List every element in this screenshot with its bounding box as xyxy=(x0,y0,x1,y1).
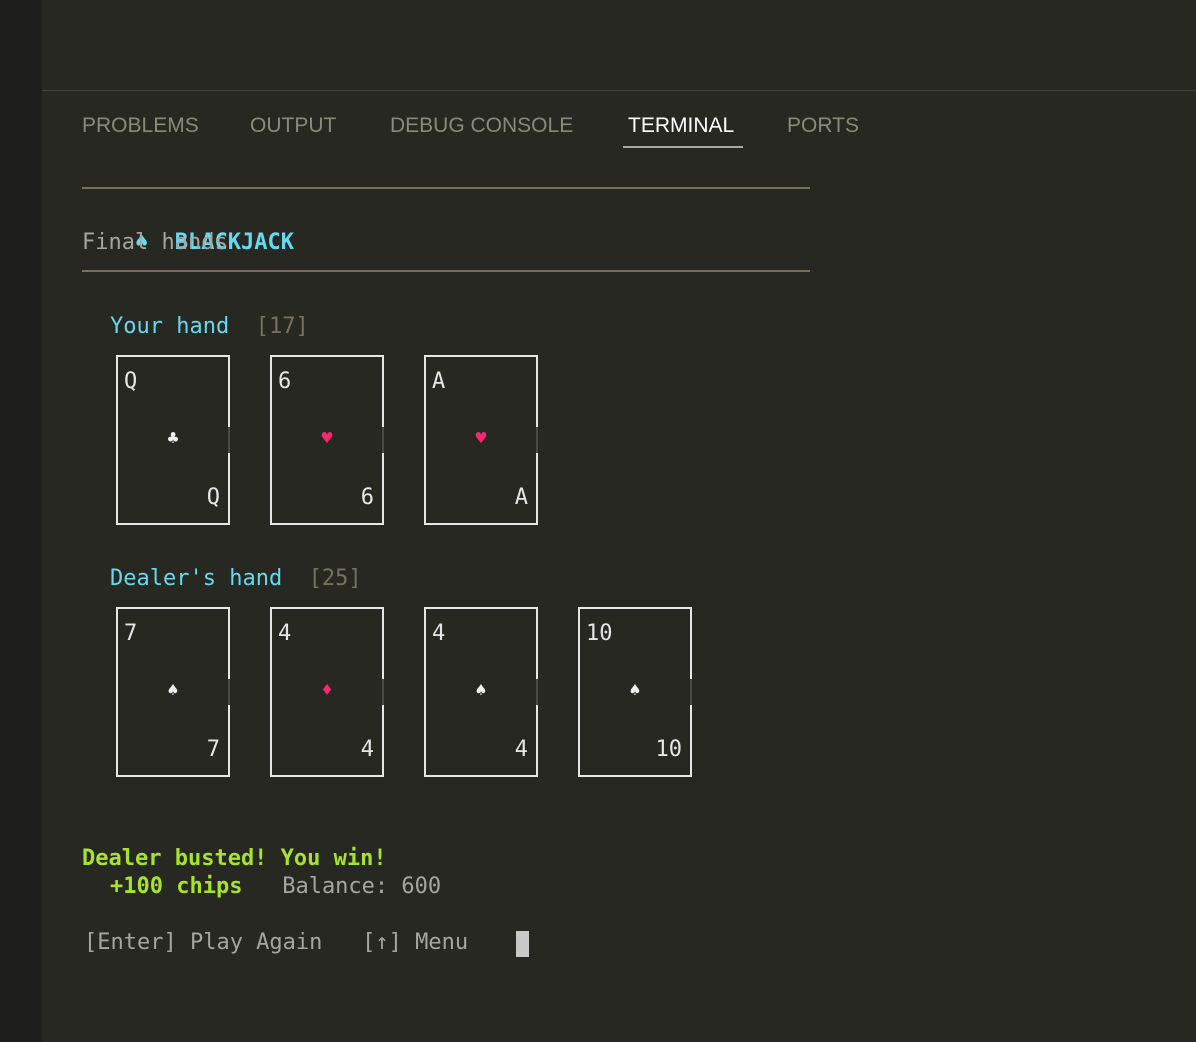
card-rank: 4 xyxy=(360,737,374,762)
player-card-1: Q ♣ Q xyxy=(116,355,230,525)
header-rule-bottom xyxy=(82,270,810,272)
card-rank: 10 xyxy=(655,737,683,762)
card-rank: Q xyxy=(206,485,220,510)
card-rank: Q xyxy=(124,369,138,394)
prompt-line: [Enter] Play Again [↑] Menu xyxy=(84,929,468,957)
dealer-hand-header: Dealer's hand [25] xyxy=(110,565,362,593)
heart-icon: ♥ xyxy=(321,428,333,449)
card-rank: 10 xyxy=(586,621,613,646)
dealer-card-4: 10 ♠ 10 xyxy=(578,607,692,777)
dealer-hand-total: [25] xyxy=(308,566,362,591)
play-again-prompt[interactable]: [Enter] Play Again xyxy=(84,930,322,955)
dealer-card-2: 4 ♦ 4 xyxy=(270,607,384,777)
card-rank: A xyxy=(432,369,446,394)
player-hand-label: Your hand xyxy=(110,314,230,339)
chips-delta: +100 chips xyxy=(110,874,243,899)
result-message: Dealer busted! You win! xyxy=(82,846,387,871)
card-rank: 6 xyxy=(278,369,292,394)
menu-prompt[interactable]: [↑] Menu xyxy=(362,930,468,955)
card-rank: 6 xyxy=(360,485,374,510)
diamond-icon: ♦ xyxy=(321,680,333,701)
card-rank: 7 xyxy=(124,621,138,646)
card-rank: 4 xyxy=(514,737,528,762)
terminal-cursor xyxy=(516,931,529,957)
spade-icon: ♠ xyxy=(167,680,179,701)
card-rank: 7 xyxy=(206,737,220,762)
card-rank: 4 xyxy=(278,621,292,646)
card-rank: 4 xyxy=(432,621,446,646)
player-hand-total: [17] xyxy=(255,314,309,339)
dealer-card-3: 4 ♠ 4 xyxy=(424,607,538,777)
player-card-2: 6 ♥ 6 xyxy=(270,355,384,525)
dealer-hand-label: Dealer's hand xyxy=(110,566,283,591)
terminal-output[interactable]: ♠ BLACKJACK Final hands Your hand [17] Q… xyxy=(0,0,1196,1042)
chips-line: +100 chips Balance: 600 xyxy=(110,873,441,901)
spade-icon: ♠ xyxy=(475,680,487,701)
dealer-card-1: 7 ♠ 7 xyxy=(116,607,230,777)
club-icon: ♣ xyxy=(167,428,179,449)
player-card-3: A ♥ A xyxy=(424,355,538,525)
spade-icon: ♠ xyxy=(629,680,641,701)
balance-text: Balance: 600 xyxy=(282,874,442,899)
header-rule-top xyxy=(82,187,810,189)
game-subtitle: Final hands xyxy=(82,230,228,255)
card-rank: A xyxy=(514,485,528,510)
player-hand-header: Your hand [17] xyxy=(110,313,309,341)
heart-icon: ♥ xyxy=(475,428,487,449)
